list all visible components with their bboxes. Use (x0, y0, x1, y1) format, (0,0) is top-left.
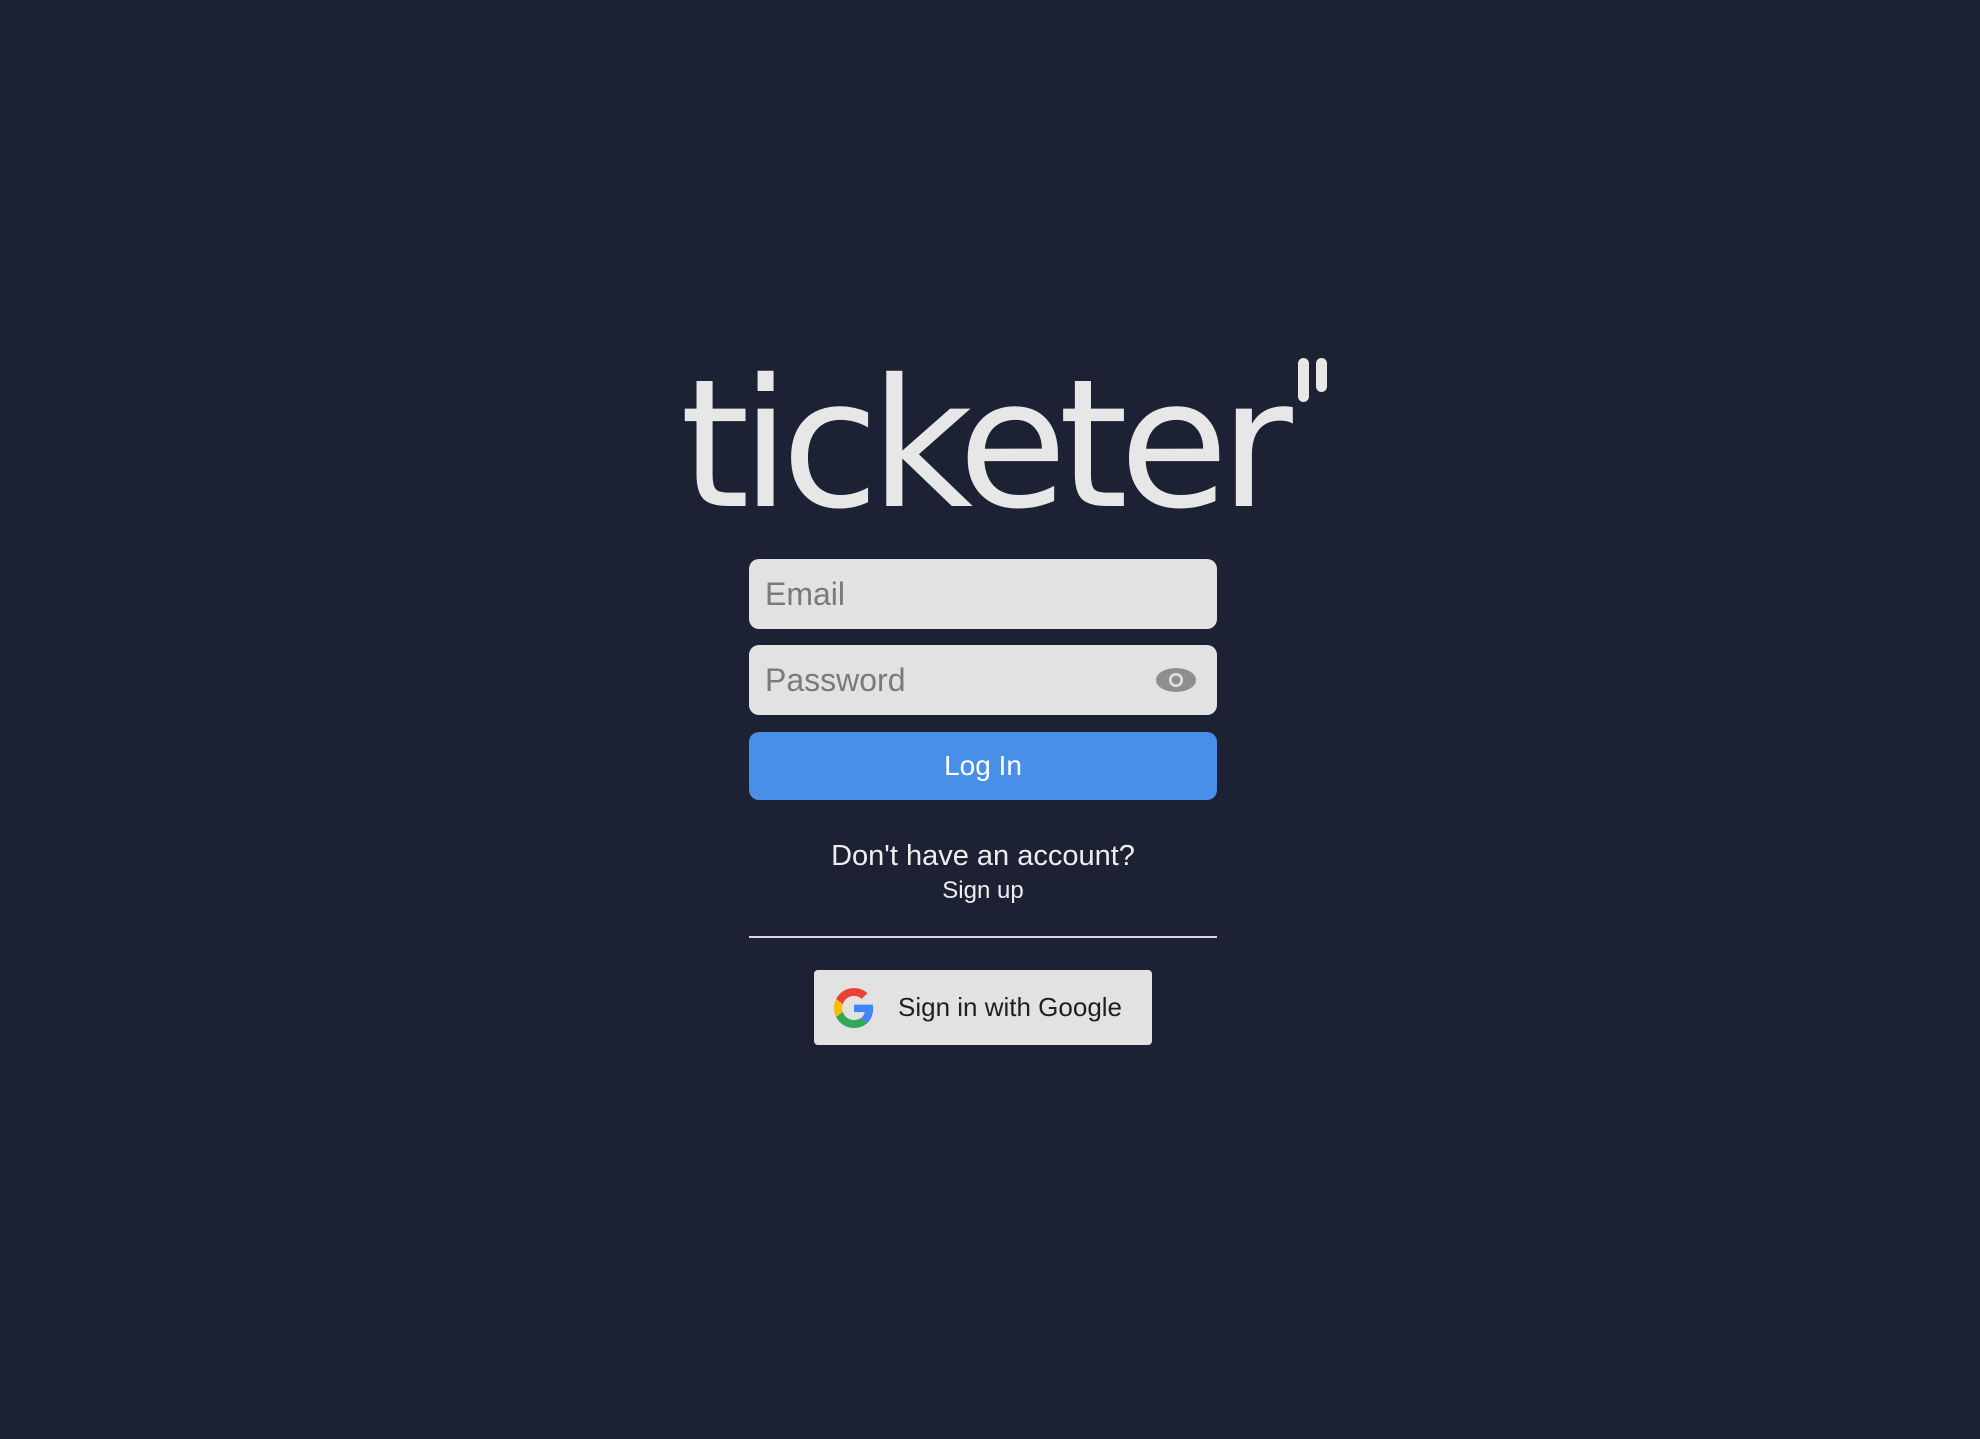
divider (749, 936, 1217, 938)
email-field-container (749, 559, 1217, 629)
signup-question: Don't have an account? (831, 840, 1135, 872)
login-page: ticketer Log In Don't have an account? S… (0, 0, 1980, 1439)
google-button-label: Sign in with Google (898, 992, 1123, 1022)
google-icon (834, 987, 874, 1028)
logo-tick-marks (1297, 358, 1327, 402)
sign-in-with-google-button[interactable]: Sign in with Google (814, 970, 1152, 1045)
eye-icon-graphic (1156, 668, 1196, 692)
password-field-container (749, 645, 1217, 715)
logo-tick-1 (1297, 358, 1309, 402)
ticketer-logo: ticketer (680, 341, 1327, 548)
sign-up-link[interactable]: Sign up (749, 877, 1217, 905)
password-input[interactable] (749, 645, 1217, 715)
eye-icon[interactable] (1155, 667, 1197, 693)
logo-tick-2 (1315, 358, 1327, 392)
logo-wordmark: ticketer (680, 341, 1293, 548)
email-input[interactable] (749, 559, 1217, 629)
log-in-button[interactable]: Log In (749, 732, 1217, 800)
